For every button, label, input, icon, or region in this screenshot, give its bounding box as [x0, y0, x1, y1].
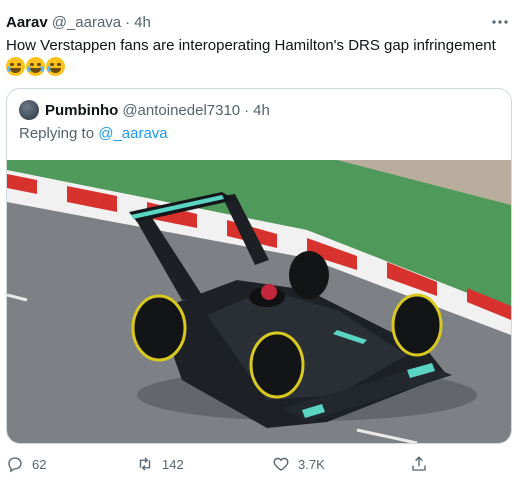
quoted-tweet-timestamp[interactable]: 4h [253, 102, 270, 119]
author-handle[interactable]: @_aarava [52, 14, 121, 31]
retweet-button[interactable]: 142 [136, 452, 184, 476]
retweet-count: 142 [162, 456, 184, 472]
tweet-header: Aarav @_aarava · 4h [6, 12, 151, 32]
loudly-crying-face-emoji-icon [26, 57, 45, 76]
tweet-timestamp[interactable]: 4h [134, 14, 151, 31]
quoted-author-name[interactable]: Pumbinho [45, 102, 118, 119]
heart-icon [273, 457, 289, 471]
rolling-on-floor-laughing-emoji-icon [6, 57, 25, 76]
separator-dot: · [125, 13, 131, 31]
quoted-tweet[interactable]: Pumbinho @antoinedel7310 · 4h Replying t… [6, 88, 512, 444]
replying-to-line: Replying to @_aarava [19, 125, 168, 142]
retweet-icon [139, 457, 151, 471]
replying-to-label: Replying to [19, 125, 95, 142]
tweet-actions-bar: 62 142 3.7K [0, 452, 522, 476]
more-options-icon[interactable] [490, 12, 510, 32]
like-button[interactable]: 3.7K [272, 452, 325, 476]
avatar[interactable] [19, 100, 39, 120]
rolling-on-floor-laughing-emoji-icon [46, 57, 65, 76]
tweet: Aarav @_aarava · 4h How Verstappen fans … [0, 0, 522, 484]
share-button[interactable] [410, 452, 428, 476]
quoted-author-handle[interactable]: @antoinedel7310 [122, 102, 240, 119]
like-count: 3.7K [298, 456, 325, 472]
quoted-tweet-header: Pumbinho @antoinedel7310 · 4h [19, 99, 270, 121]
author-name[interactable]: Aarav [6, 14, 48, 31]
replying-to-handle-link[interactable]: @_aarava [98, 125, 167, 142]
tweet-text: How Verstappen fans are interoperating H… [6, 37, 496, 54]
reply-count: 62 [32, 456, 47, 472]
f1-car-photo[interactable] [7, 160, 511, 443]
reply-button[interactable]: 62 [6, 452, 46, 476]
reply-icon [8, 457, 22, 473]
tweet-emojis [6, 57, 65, 77]
separator-dot: · [244, 101, 250, 119]
share-icon [412, 456, 426, 471]
